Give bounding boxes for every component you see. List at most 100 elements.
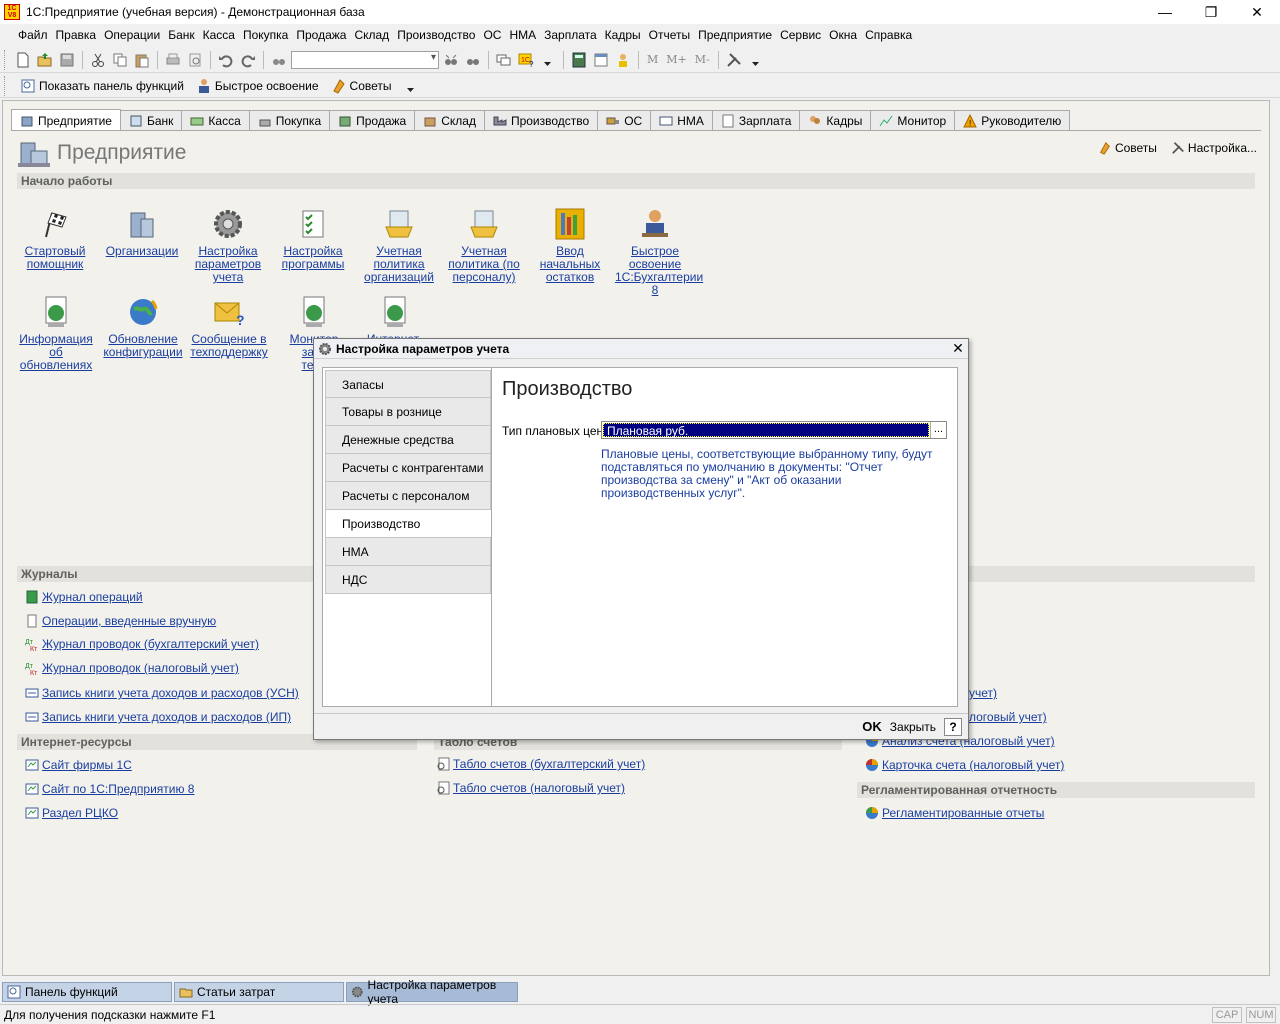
tab-os[interactable]: ОС	[597, 110, 652, 131]
show-function-panel-button[interactable]: Показать панель функций	[17, 78, 187, 94]
dropdown-arrow-icon[interactable]	[401, 76, 421, 96]
print-preview-icon[interactable]	[185, 50, 205, 70]
menu-warehouse[interactable]: Склад	[350, 28, 393, 42]
toolbar-grip[interactable]	[4, 75, 7, 96]
find-next-icon[interactable]	[441, 50, 461, 70]
tab-nma[interactable]: НМА	[650, 110, 713, 131]
dropdown-arrow-icon[interactable]	[538, 50, 558, 70]
menu-salary[interactable]: Зарплата	[540, 28, 601, 42]
menu-bank[interactable]: Банк	[164, 28, 198, 42]
tips-button[interactable]: Советы	[328, 78, 395, 94]
minimize-button[interactable]: —	[1142, 0, 1188, 24]
tab-salary[interactable]: Зарплата	[711, 110, 801, 131]
journal-link[interactable]: Дт Кт Журнал проводок (налоговый учет)	[25, 661, 239, 675]
menu-os[interactable]: ОС	[479, 28, 505, 42]
nav-item-personnel[interactable]: Расчеты с персоналом	[325, 482, 491, 510]
internet-link[interactable]: Сайт по 1С:Предприятию 8	[25, 782, 194, 796]
tools-icon[interactable]	[724, 50, 744, 70]
hr-accounting-policy-tile[interactable]: Учетная политика (по персоналу)	[444, 207, 524, 284]
tab-manager[interactable]: ! Руководителю	[954, 110, 1071, 131]
journal-link[interactable]: Запись книги учета доходов и расходов (У…	[25, 686, 299, 700]
nav-item-retail[interactable]: Товары в рознице	[325, 398, 491, 426]
program-settings-tile[interactable]: Настройка программы	[273, 207, 353, 271]
search-combo-input[interactable]	[291, 50, 439, 69]
memory-m-button[interactable]: M	[644, 53, 661, 66]
calculator-icon[interactable]	[569, 50, 589, 70]
internet-link[interactable]: Сайт фирмы 1С	[25, 758, 132, 772]
memory-plus-button[interactable]: M+	[663, 53, 689, 66]
nav-item-stocks[interactable]: Запасы	[325, 370, 491, 398]
config-update-tile[interactable]: Обновление конфигурации	[103, 295, 183, 359]
save-icon[interactable]	[57, 50, 77, 70]
nav-item-cash[interactable]: Денежные средства	[325, 426, 491, 454]
menu-service[interactable]: Сервис	[776, 28, 825, 42]
print-icon[interactable]	[163, 50, 183, 70]
find-previous-icon[interactable]	[463, 50, 483, 70]
menu-help[interactable]: Справка	[861, 28, 916, 42]
menu-sales[interactable]: Продажа	[292, 28, 350, 42]
menu-edit[interactable]: Правка	[52, 28, 101, 42]
tab-hr[interactable]: Кадры	[799, 110, 872, 131]
select-button[interactable]: ...	[930, 422, 946, 438]
menu-enterprise[interactable]: Предприятие	[694, 28, 776, 42]
tab-production[interactable]: Производство	[483, 110, 599, 131]
dropdown-arrow-icon[interactable]	[746, 50, 766, 70]
journal-link[interactable]: Операции, введенные вручную	[25, 614, 216, 628]
planned-price-type-value[interactable]: Плановая руб.	[603, 423, 929, 438]
tab-monitor[interactable]: Монитор	[870, 110, 956, 131]
accounting-params-tile[interactable]: Настройка параметров учета	[188, 207, 268, 284]
task-accounting-params[interactable]: Настройка параметров учета	[346, 978, 518, 1006]
menu-windows[interactable]: Окна	[825, 28, 861, 42]
close-button[interactable]: Закрыть	[890, 720, 936, 734]
menu-reports[interactable]: Отчеты	[645, 28, 694, 42]
page-settings-button[interactable]: Настройка...	[1171, 141, 1257, 155]
journal-link[interactable]: Запись книги учета доходов и расходов (И…	[25, 710, 291, 724]
cut-icon[interactable]	[88, 50, 108, 70]
menu-production[interactable]: Производство	[393, 28, 479, 42]
support-message-tile[interactable]: ? Сообщение в техподдержку	[189, 295, 269, 359]
organizations-tile[interactable]: Организации	[102, 207, 182, 258]
tab-cash[interactable]: Касса	[181, 110, 250, 131]
tab-enterprise[interactable]: Предприятие	[11, 109, 121, 131]
nav-item-vat[interactable]: НДС	[325, 566, 491, 594]
quick-learn-tile[interactable]: Быстрое освоение 1С:Бухгалтерии 8	[615, 207, 703, 297]
restore-button[interactable]: ❐	[1188, 0, 1234, 24]
help-1c-icon[interactable]: 1C?	[516, 50, 536, 70]
accounts-table-link[interactable]: Табло счетов (бухгалтерский учет)	[436, 757, 645, 771]
page-tips-button[interactable]: Советы	[1098, 141, 1157, 155]
internet-link[interactable]: Раздел РЦКО	[25, 806, 118, 820]
tab-purchase[interactable]: Покупка	[248, 110, 331, 131]
start-wizard-tile[interactable]: Стартовый помощник	[15, 207, 95, 271]
calendar-icon[interactable]	[591, 50, 611, 70]
toolbar-grip[interactable]	[4, 49, 7, 70]
task-function-panel[interactable]: Панель функций	[2, 982, 172, 1002]
journal-link[interactable]: Дт Кт Журнал проводок (бухгалтерский учет)	[25, 637, 259, 651]
report-link[interactable]: Карточка счета (налоговый учет)	[865, 758, 1064, 772]
help-button[interactable]: ?	[944, 717, 962, 736]
copy-icon[interactable]	[110, 50, 130, 70]
journal-link[interactable]: Журнал операций	[25, 590, 143, 604]
tab-warehouse[interactable]: Склад	[414, 110, 485, 131]
nav-item-nma[interactable]: НМА	[325, 538, 491, 566]
menu-purchase[interactable]: Покупка	[239, 28, 292, 42]
user-lock-icon[interactable]	[613, 50, 633, 70]
quick-learn-button[interactable]: Быстрое освоение	[193, 78, 322, 94]
menu-hr[interactable]: Кадры	[601, 28, 645, 42]
task-cost-items[interactable]: Статьи затрат	[174, 982, 344, 1002]
org-accounting-policy-tile[interactable]: Учетная политика организаций	[359, 207, 439, 284]
close-window-button[interactable]: ✕	[1234, 0, 1280, 24]
report-link-partial[interactable]: учет)	[969, 686, 997, 700]
dialog-close-icon[interactable]: ✕	[948, 340, 968, 357]
report-link-partial[interactable]: логовый учет)	[969, 710, 1047, 724]
windows-icon[interactable]	[494, 50, 514, 70]
updates-info-tile[interactable]: Информация об обновлениях	[16, 295, 96, 372]
menu-file[interactable]: Файл	[14, 28, 52, 42]
menu-operations[interactable]: Операции	[100, 28, 164, 42]
memory-minus-button[interactable]: M-	[692, 53, 713, 66]
menu-nma[interactable]: НМА	[505, 28, 540, 42]
opening-balances-tile[interactable]: Ввод начальных остатков	[530, 207, 610, 284]
tab-sales[interactable]: Продажа	[329, 110, 416, 131]
new-document-icon[interactable]	[13, 50, 33, 70]
open-folder-icon[interactable]	[35, 50, 55, 70]
redo-icon[interactable]	[238, 50, 258, 70]
